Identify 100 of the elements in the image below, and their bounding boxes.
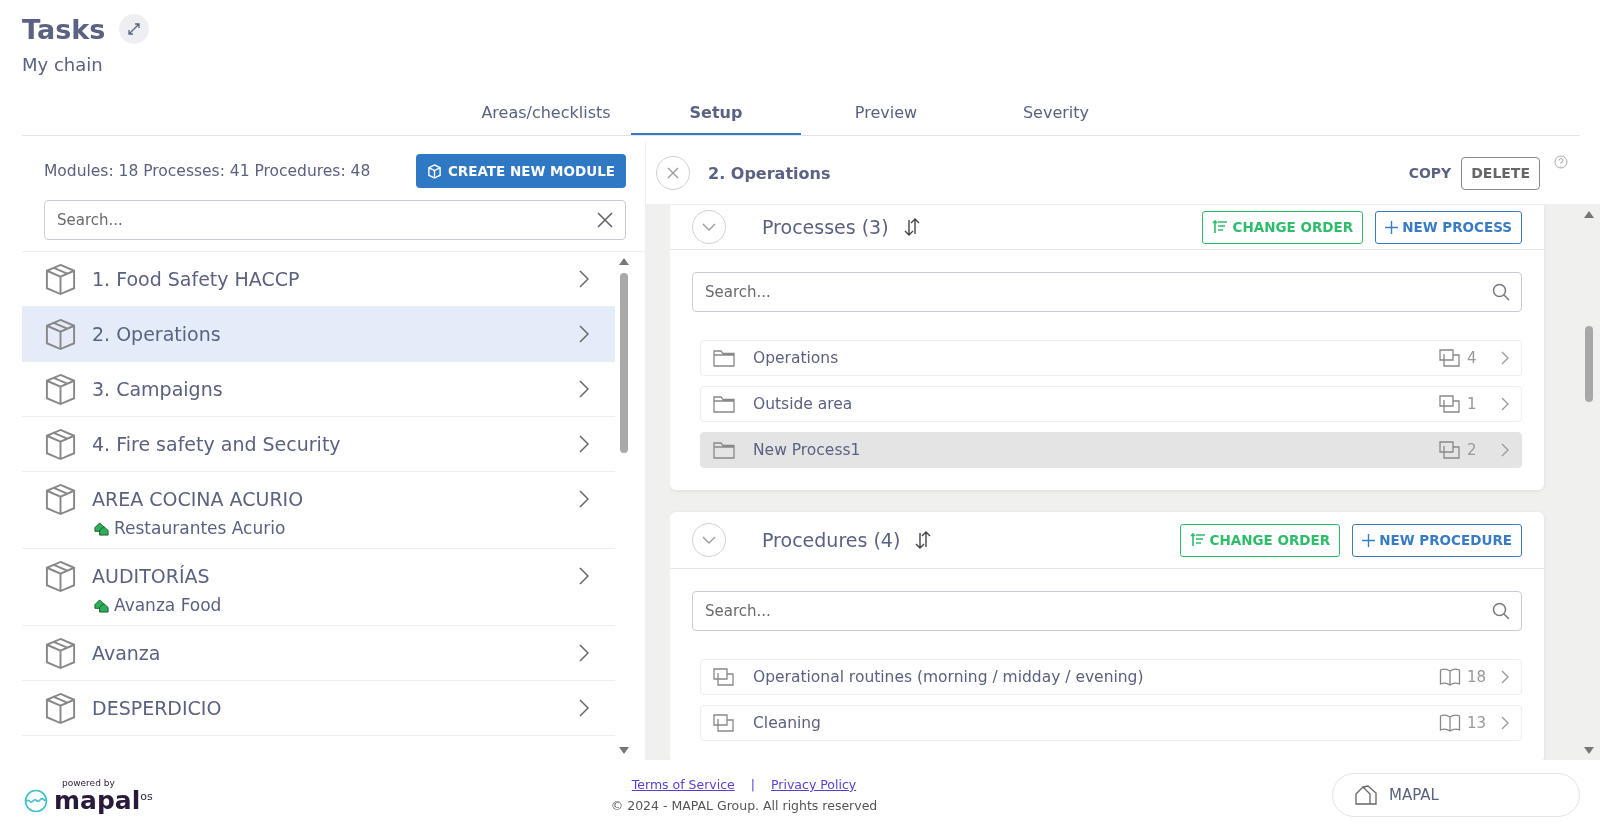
list-row[interactable]: Outside area 1 — [700, 386, 1522, 422]
row-count: 18 — [1467, 668, 1487, 686]
row-count: 13 — [1467, 714, 1487, 732]
module-name: AREA COCINA ACURIO — [92, 488, 305, 510]
search-field[interactable]: Search... — [692, 591, 1522, 631]
cube-icon — [44, 691, 77, 725]
module-name: Avanza — [92, 642, 162, 664]
location-label: Avanza Food — [114, 595, 222, 615]
open-book-icon — [1439, 668, 1461, 686]
row-count: 2 — [1467, 441, 1478, 459]
collapse-button[interactable] — [692, 210, 726, 244]
chevron-right-icon — [579, 490, 589, 508]
detail-title: 2. Operations — [708, 163, 831, 183]
chevron-right-icon — [1501, 670, 1509, 684]
home-icon — [1355, 785, 1377, 805]
copyright-text: © 2024 - MAPAL Group. All rights reserved — [610, 798, 878, 813]
link-separator: | — [750, 777, 755, 792]
chevron-right-icon — [579, 644, 589, 662]
module-name: 4. Fire safety and Security — [92, 433, 342, 455]
chevron-right-icon — [1501, 443, 1509, 457]
module-item[interactable]: 2. Operations — [22, 307, 615, 362]
location-label: Restaurantes Acurio — [114, 518, 286, 538]
module-item[interactable]: AREA COCINA ACURIO Restaurantes Acurio — [22, 472, 615, 549]
close-icon[interactable] — [596, 211, 614, 229]
cube-icon — [426, 163, 442, 179]
help-icon[interactable] — [1554, 155, 1568, 169]
cube-icon — [44, 317, 77, 351]
cube-icon — [44, 262, 77, 296]
chevron-right-icon — [579, 435, 589, 453]
list-row[interactable]: Operations 4 — [700, 340, 1522, 376]
row-count: 4 — [1467, 349, 1478, 367]
module-item[interactable]: 4. Fire safety and Security — [22, 417, 615, 472]
list-row[interactable]: New Process1 2 — [700, 432, 1522, 468]
new-item-button[interactable]: NEW PROCESS — [1375, 210, 1522, 244]
plus-icon — [1385, 220, 1399, 234]
stacked-squares-icon — [1439, 395, 1461, 413]
houses-icon — [94, 520, 109, 536]
privacy-link[interactable]: Privacy Policy — [771, 777, 857, 792]
module-name: 3. Campaigns — [92, 378, 224, 400]
cube-icon — [44, 636, 77, 670]
folder-icon — [713, 349, 735, 367]
stacked-squares-icon — [1439, 441, 1461, 459]
stacked-squares-icon — [713, 714, 735, 732]
expand-button[interactable] — [119, 14, 150, 44]
cube-icon — [44, 372, 77, 406]
row-name: Operational routines (morning / midday / evening) — [753, 668, 1145, 686]
tab[interactable]: Severity — [971, 95, 1141, 135]
open-book-icon — [1439, 714, 1461, 732]
row-name: Operations — [753, 349, 840, 367]
mapal-logo: powered by mapal$^{os}$ — [24, 777, 584, 813]
list-row[interactable]: Cleaning 13 — [700, 705, 1522, 741]
stacked-squares-icon — [713, 668, 735, 686]
cube-icon — [44, 482, 77, 516]
expand-icon — [127, 22, 142, 36]
plus-icon — [1362, 533, 1376, 547]
list-row[interactable]: Operational routines (morning / midday / evening) 18 — [700, 659, 1522, 695]
houses-icon — [94, 597, 109, 613]
module-item[interactable]: AUDITORÍAS Avanza Food — [22, 549, 615, 626]
cube-icon — [44, 559, 77, 593]
search-icon — [1492, 283, 1510, 301]
module-stats: Modules: 18 Processes: 41 Procedures: 48 — [44, 162, 371, 180]
module-name: DESPERDICIO — [92, 697, 223, 719]
row-name: Cleaning — [753, 714, 822, 732]
cube-icon — [44, 427, 77, 461]
chevron-right-icon — [579, 270, 589, 288]
tab[interactable]: Setup — [631, 95, 801, 135]
module-name: AUDITORÍAS — [92, 565, 211, 587]
chevron-right-icon — [1501, 351, 1509, 365]
sort-arrows-icon[interactable] — [914, 530, 933, 550]
chevron-right-icon — [579, 325, 589, 343]
chevron-right-icon — [1501, 716, 1509, 730]
search-field[interactable]: Search... — [44, 200, 626, 240]
sort-arrows-icon[interactable] — [902, 217, 921, 237]
organization-button[interactable]: MAPAL — [1332, 773, 1580, 817]
module-item[interactable]: 3. Campaigns — [22, 362, 615, 417]
chevron-right-icon — [579, 699, 589, 717]
new-item-button[interactable]: NEW PROCEDURE — [1352, 523, 1522, 557]
chevron-right-icon — [579, 567, 589, 585]
stacked-squares-icon — [1439, 349, 1461, 367]
copy-button[interactable]: COPY — [1408, 165, 1452, 181]
row-name: Outside area — [753, 395, 854, 413]
tab[interactable]: Preview — [801, 95, 971, 135]
module-name: 2. Operations — [92, 323, 222, 345]
delete-button[interactable]: DELETE — [1461, 156, 1540, 190]
terms-link[interactable]: Terms of Service — [631, 777, 735, 792]
section-title: Processes (3) — [762, 216, 889, 238]
tab[interactable]: Areas/checklists — [461, 95, 631, 135]
row-name: New Process1 — [753, 441, 862, 459]
page-title: Tasks — [22, 13, 106, 45]
sort-lines-icon — [1189, 533, 1206, 547]
create-module-button[interactable]: CREATE NEW MODULE — [415, 154, 626, 188]
module-item[interactable]: DESPERDICIO — [22, 681, 615, 736]
search-field[interactable]: Search... — [692, 272, 1522, 312]
collapse-button[interactable] — [692, 523, 726, 557]
page-subtitle: My chain — [22, 54, 104, 75]
module-item[interactable]: Avanza — [22, 626, 615, 681]
sort-lines-icon — [1212, 220, 1229, 234]
section-title: Procedures (4) — [762, 529, 901, 551]
close-button[interactable] — [656, 156, 690, 190]
chevron-right-icon — [579, 380, 589, 398]
